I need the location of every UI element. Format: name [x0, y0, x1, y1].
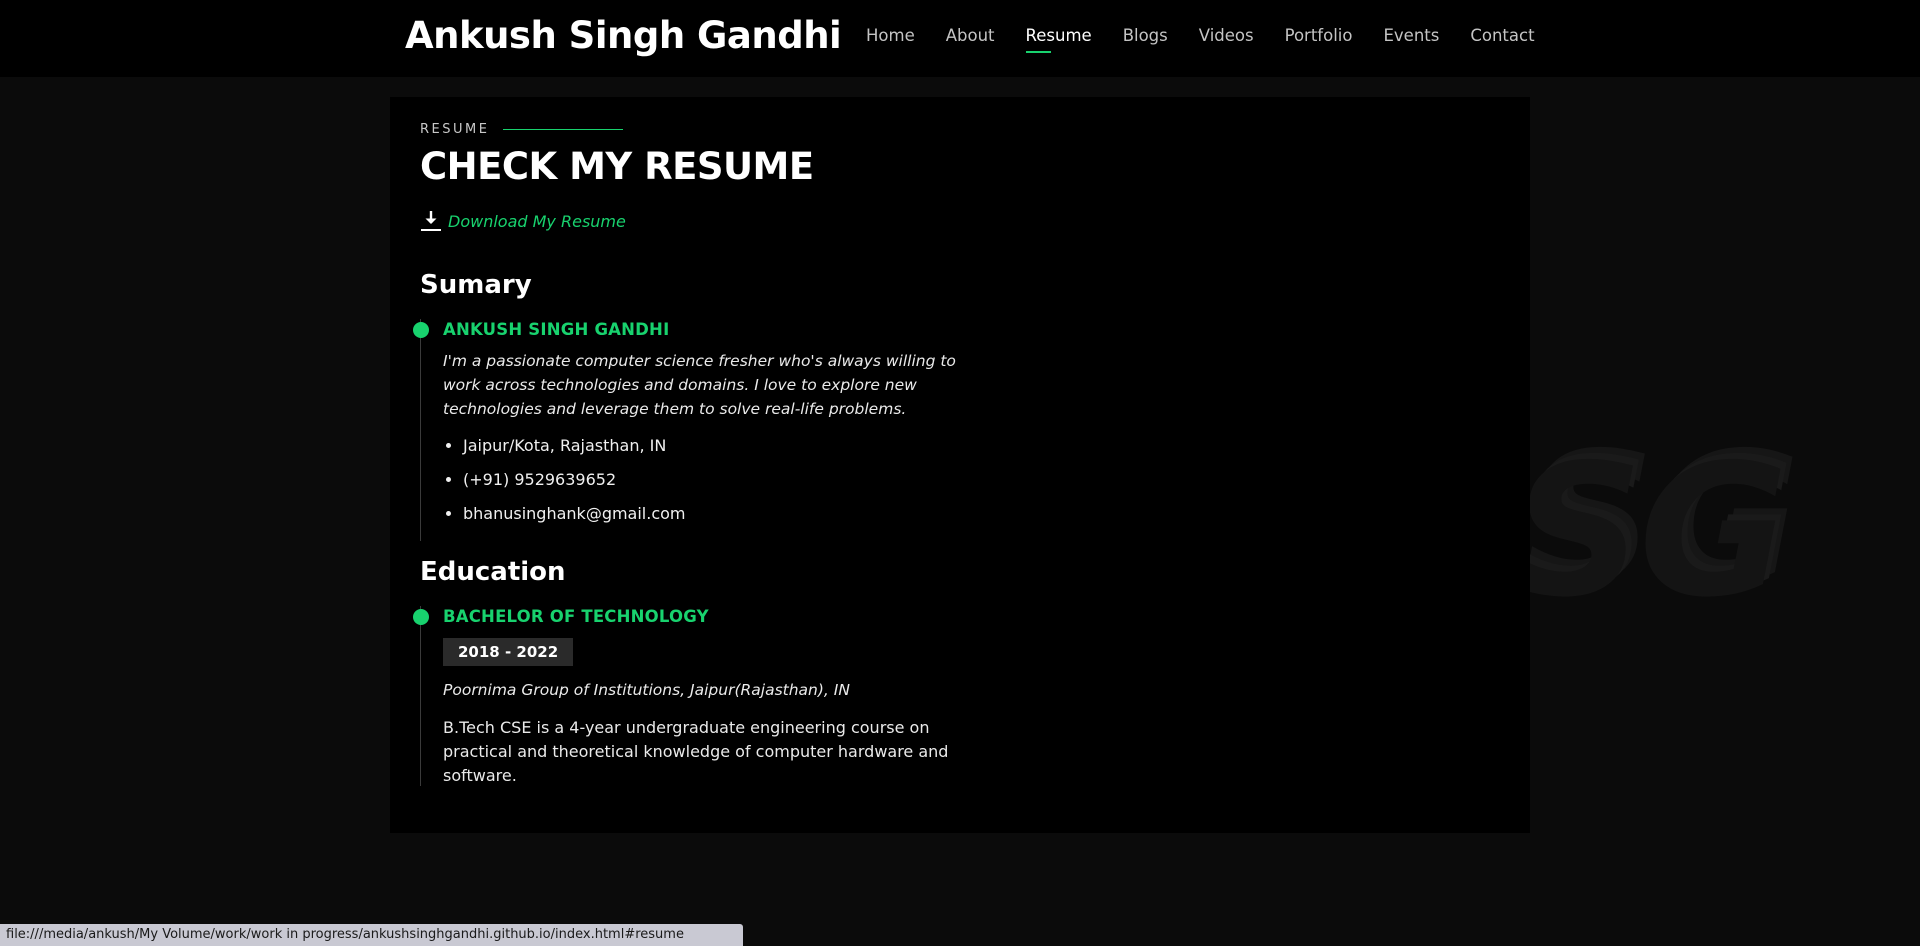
nav-about[interactable]: About: [946, 24, 995, 48]
education-years-badge: 2018 - 2022: [443, 638, 574, 666]
section-title: CHECK MY RESUME: [420, 145, 814, 188]
nav-contact[interactable]: Contact: [1470, 24, 1534, 48]
top-navbar: Ankush Singh Gandhi Home About Resume Bl…: [0, 0, 1920, 77]
contact-location: Jaipur/Kota, Rajasthan, IN: [463, 435, 960, 457]
contact-phone: (+91) 9529639652: [463, 469, 960, 491]
nav-home[interactable]: Home: [866, 24, 915, 48]
kicker-label: RESUME: [420, 122, 490, 137]
contact-email: bhanusinghank@gmail.com: [463, 503, 960, 525]
contact-list: Jaipur/Kota, Rajasthan, IN (+91) 9529639…: [443, 435, 960, 525]
kicker-divider: [503, 129, 624, 130]
summary-name: ANKUSH SINGH GANDHI: [443, 320, 670, 339]
download-icon: [421, 211, 441, 231]
timeline-dot: [413, 322, 429, 338]
nav-blogs[interactable]: Blogs: [1123, 24, 1168, 48]
nav-resume[interactable]: Resume: [1025, 24, 1092, 53]
nav-portfolio[interactable]: Portfolio: [1285, 24, 1353, 48]
timeline-dot: [413, 609, 429, 625]
education-degree: BACHELOR OF TECHNOLOGY: [443, 607, 709, 626]
section-kicker: RESUME: [420, 122, 624, 137]
resume-section: RESUME CHECK MY RESUME Download My Resum…: [390, 97, 1530, 833]
download-resume-link[interactable]: Download My Resume: [420, 209, 626, 233]
education-heading: Education: [420, 557, 566, 587]
site-brand[interactable]: Ankush Singh Gandhi: [405, 12, 842, 60]
summary-bio: I'm a passionate computer science freshe…: [443, 352, 956, 418]
education-description: B.Tech CSE is a 4-year undergraduate eng…: [443, 718, 949, 785]
nav-videos[interactable]: Videos: [1199, 24, 1254, 48]
nav-events[interactable]: Events: [1383, 24, 1439, 48]
education-timeline: BACHELOR OF TECHNOLOGY 2018 - 2022 Poorn…: [413, 606, 960, 786]
download-resume-label: Download My Resume: [448, 211, 626, 231]
browser-status-url: file:///media/ankush/My Volume/work/work…: [0, 924, 743, 946]
education-institution: Poornima Group of Institutions, Jaipur(R…: [443, 681, 850, 699]
summary-heading: Sumary: [420, 270, 532, 300]
summary-timeline: ANKUSH SINGH GANDHI I'm a passionate com…: [413, 319, 960, 541]
main-nav: Home About Resume Blogs Videos Portfolio…: [866, 24, 1566, 53]
